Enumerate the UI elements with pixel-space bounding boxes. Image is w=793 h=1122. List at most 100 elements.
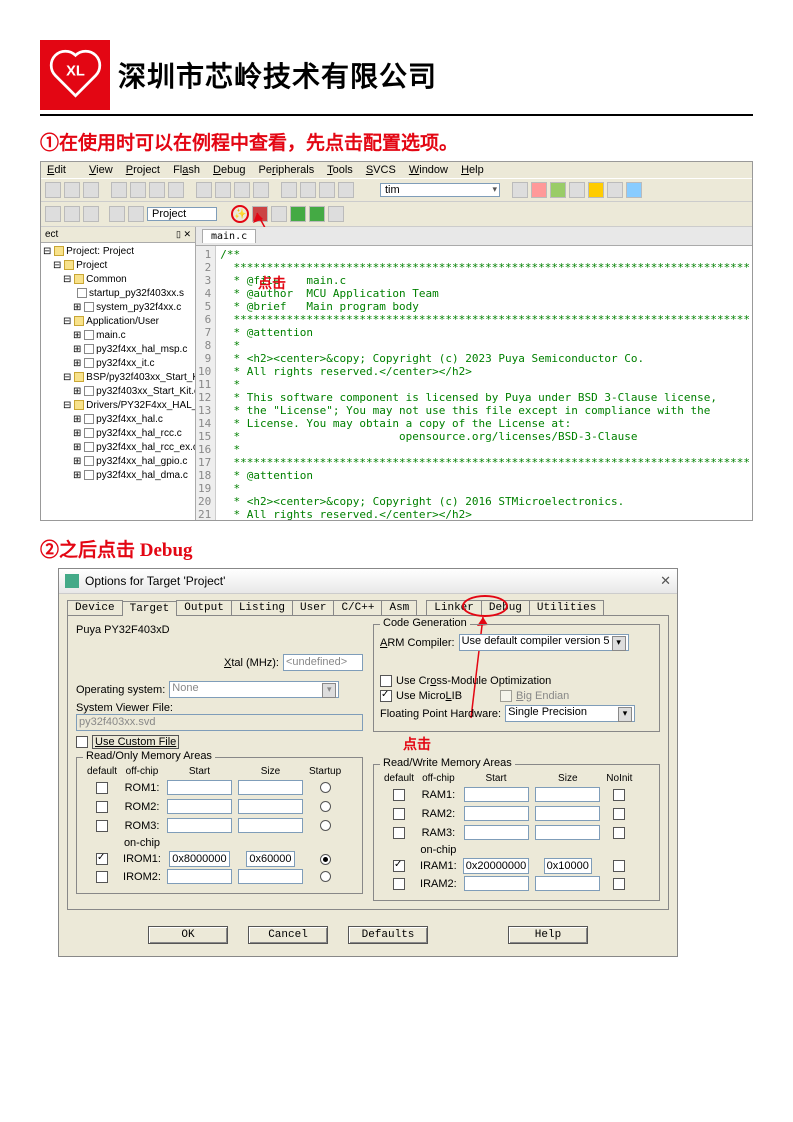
toolbar-button[interactable] bbox=[319, 182, 335, 198]
tab-listing[interactable]: Listing bbox=[231, 600, 293, 615]
checkbox[interactable] bbox=[96, 801, 108, 813]
irom2-size[interactable] bbox=[238, 869, 303, 884]
ram2-start[interactable] bbox=[464, 806, 529, 821]
toolbar-button[interactable] bbox=[569, 182, 585, 198]
toolbar-button[interactable] bbox=[290, 206, 306, 222]
toolbar-button[interactable] bbox=[45, 206, 61, 222]
toolbar-button[interactable] bbox=[130, 182, 146, 198]
irom1-start[interactable]: 0x8000000 bbox=[169, 851, 229, 867]
menu-help[interactable]: Help bbox=[461, 164, 484, 176]
toolbar-button[interactable] bbox=[111, 182, 127, 198]
toolbar-button[interactable] bbox=[64, 182, 80, 198]
options-target-icon[interactable]: ✨ bbox=[231, 205, 249, 223]
irom2-start[interactable] bbox=[167, 869, 232, 884]
toolbar-button[interactable] bbox=[338, 182, 354, 198]
checkbox[interactable] bbox=[613, 878, 625, 890]
pane-controls[interactable]: ▯ ✕ bbox=[176, 229, 191, 240]
bigendian-checkbox[interactable] bbox=[500, 690, 512, 702]
menu-view[interactable]: View bbox=[89, 164, 113, 176]
tab-target[interactable]: Target bbox=[122, 601, 178, 616]
tab-user[interactable]: User bbox=[292, 600, 334, 615]
toolbar-button[interactable] bbox=[215, 182, 231, 198]
checkbox[interactable] bbox=[613, 808, 625, 820]
project-tree[interactable]: ⊟ Project: Project ⊟ Project ⊟ Common st… bbox=[41, 243, 195, 485]
menu-edit[interactable]: Edit bbox=[47, 164, 76, 176]
toolbar-button[interactable] bbox=[531, 182, 547, 198]
menu-project[interactable]: Project bbox=[126, 164, 160, 176]
toolbar-button[interactable] bbox=[626, 182, 642, 198]
os-select[interactable]: None bbox=[169, 681, 339, 698]
toolbar-button[interactable] bbox=[64, 206, 80, 222]
cancel-button[interactable]: Cancel bbox=[248, 926, 328, 944]
toolbar-button[interactable] bbox=[281, 182, 297, 198]
svf-input[interactable]: py32f403xx.svd bbox=[76, 714, 363, 731]
checkbox[interactable] bbox=[613, 827, 625, 839]
ram3-start[interactable] bbox=[464, 825, 529, 840]
checkbox[interactable] bbox=[393, 789, 405, 801]
tab-device[interactable]: Device bbox=[67, 600, 123, 615]
toolbar-button[interactable] bbox=[149, 182, 165, 198]
irom1-size[interactable]: 0x60000 bbox=[246, 851, 294, 867]
checkbox[interactable] bbox=[393, 808, 405, 820]
menu-tools[interactable]: Tools bbox=[327, 164, 353, 176]
armcomp-select[interactable]: Use default compiler version 5 bbox=[459, 634, 629, 651]
ram2-size[interactable] bbox=[535, 806, 600, 821]
toolbar-button[interactable] bbox=[550, 182, 566, 198]
checkbox[interactable] bbox=[393, 878, 405, 890]
radio[interactable] bbox=[320, 782, 331, 793]
checkbox[interactable] bbox=[96, 782, 108, 794]
checkbox[interactable] bbox=[96, 820, 108, 832]
toolbar-button[interactable] bbox=[607, 182, 623, 198]
rom1-size[interactable] bbox=[238, 780, 303, 795]
menu-debug[interactable]: Debug bbox=[213, 164, 245, 176]
toolbar-button[interactable] bbox=[253, 182, 269, 198]
tab-asm[interactable]: Asm bbox=[381, 600, 417, 615]
toolbar-button[interactable] bbox=[309, 206, 325, 222]
toolbar-button[interactable] bbox=[328, 206, 344, 222]
custom-file-checkbox[interactable] bbox=[76, 736, 88, 748]
iram1-size[interactable]: 0x10000 bbox=[544, 858, 592, 874]
checkbox[interactable] bbox=[96, 853, 108, 865]
ram1-start[interactable] bbox=[464, 787, 529, 802]
defaults-button[interactable]: Defaults bbox=[348, 926, 428, 944]
toolbar-button[interactable] bbox=[45, 182, 61, 198]
toolbar-button[interactable] bbox=[588, 182, 604, 198]
toolbar-button[interactable] bbox=[512, 182, 528, 198]
toolbar-button[interactable] bbox=[168, 182, 184, 198]
ram1-size[interactable] bbox=[535, 787, 600, 802]
help-button[interactable]: Help bbox=[508, 926, 588, 944]
menu-flash[interactable]: Flash bbox=[173, 164, 200, 176]
close-icon[interactable]: ✕ bbox=[660, 573, 671, 589]
fph-select[interactable]: Single Precision bbox=[505, 705, 635, 722]
ok-button[interactable]: OK bbox=[148, 926, 228, 944]
checkbox[interactable] bbox=[613, 860, 625, 872]
checkbox[interactable] bbox=[613, 789, 625, 801]
rom2-start[interactable] bbox=[167, 799, 232, 814]
iram2-size[interactable] bbox=[535, 876, 600, 891]
tab-debug[interactable]: Debug bbox=[481, 600, 530, 615]
menu-svcs[interactable]: SVCS bbox=[366, 164, 396, 176]
tab-utilities[interactable]: Utilities bbox=[529, 600, 604, 615]
rom3-size[interactable] bbox=[238, 818, 303, 833]
tab-linker[interactable]: Linker bbox=[426, 600, 482, 615]
iram1-start[interactable]: 0x20000000 bbox=[463, 858, 530, 874]
menu-peripherals[interactable]: Peripherals bbox=[259, 164, 315, 176]
toolbar-button[interactable] bbox=[83, 206, 99, 222]
ram3-size[interactable] bbox=[535, 825, 600, 840]
toolbar-button[interactable] bbox=[234, 182, 250, 198]
tab-cpp[interactable]: C/C++ bbox=[333, 600, 382, 615]
iram2-start[interactable] bbox=[464, 876, 529, 891]
find-combo[interactable]: tim bbox=[380, 183, 500, 197]
editor-tab[interactable]: main.c bbox=[202, 229, 256, 243]
toolbar-button[interactable] bbox=[252, 206, 268, 222]
radio[interactable] bbox=[320, 820, 331, 831]
rom2-size[interactable] bbox=[238, 799, 303, 814]
checkbox[interactable] bbox=[96, 871, 108, 883]
rom1-start[interactable] bbox=[167, 780, 232, 795]
radio[interactable] bbox=[320, 801, 331, 812]
tab-output[interactable]: Output bbox=[176, 600, 232, 615]
radio[interactable] bbox=[320, 871, 331, 882]
toolbar-button[interactable] bbox=[271, 206, 287, 222]
toolbar-button[interactable] bbox=[300, 182, 316, 198]
checkbox[interactable] bbox=[393, 860, 405, 872]
